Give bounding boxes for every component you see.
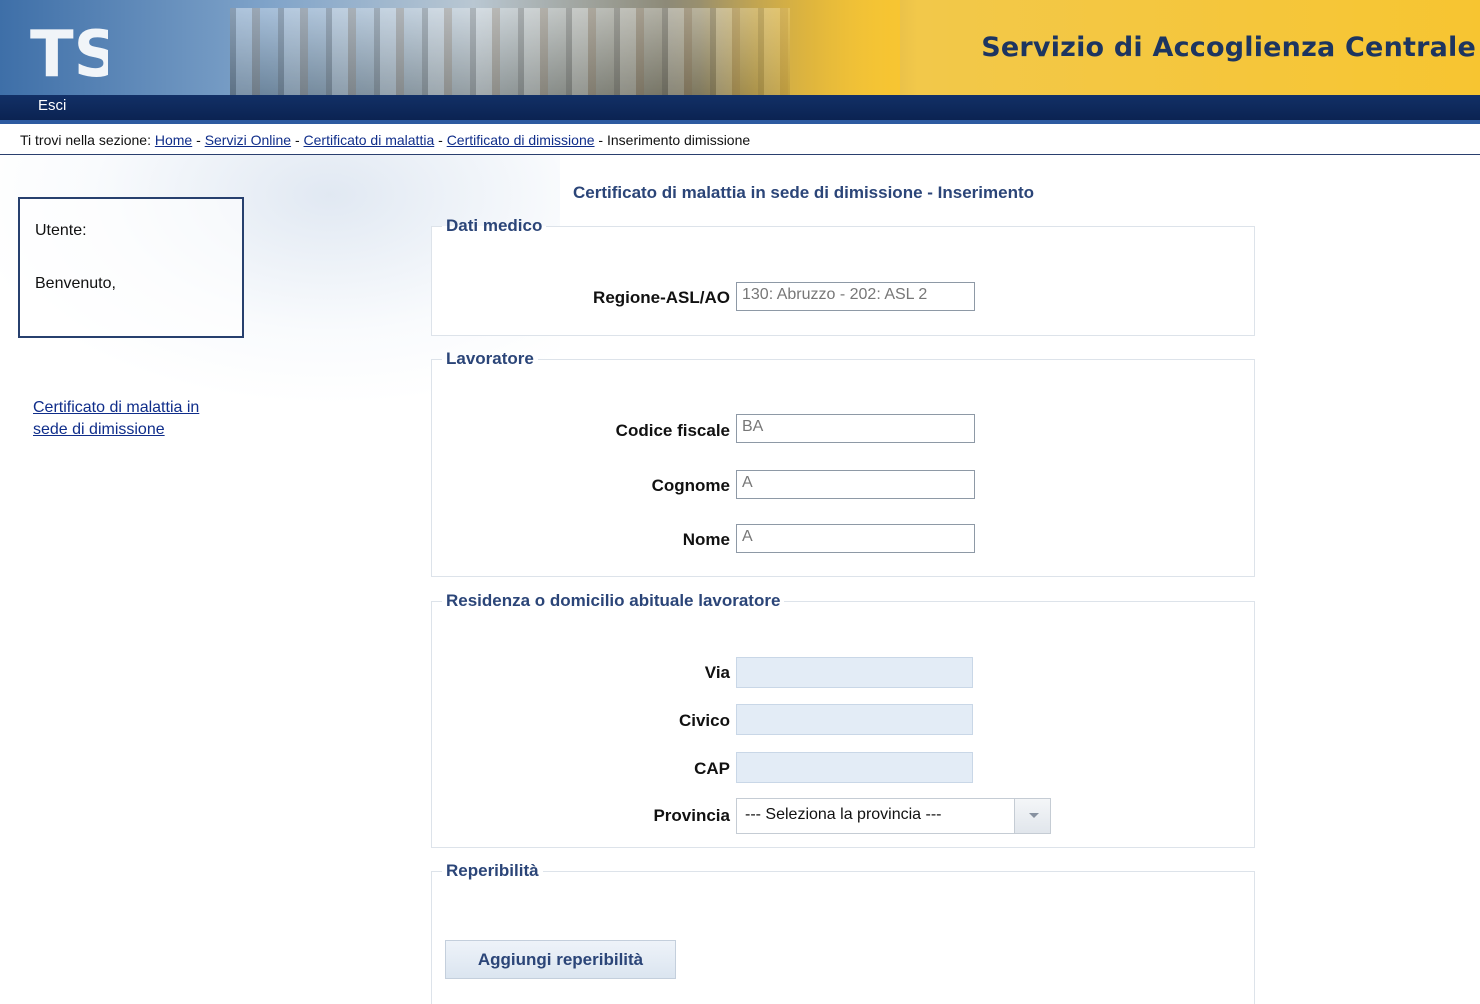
- top-navbar: Esci: [0, 95, 1480, 124]
- exit-link[interactable]: Esci: [38, 97, 66, 114]
- codice-fiscale-field[interactable]: BA: [736, 414, 975, 443]
- section-legend: Dati medico: [446, 216, 543, 235]
- breadcrumb-certificato-dimissione[interactable]: Certificato di dimissione: [447, 132, 595, 148]
- cognome-label: Cognome: [651, 476, 730, 495]
- add-reperibilita-button[interactable]: Aggiungi reperibilità: [445, 940, 676, 979]
- header-banner: TS Servizio di Accoglienza Centrale: [0, 0, 1480, 95]
- provincia-selected-value: --- Seleziona la provincia ---: [745, 806, 942, 823]
- nome-label: Nome: [682, 530, 730, 549]
- breadcrumb-prefix: Ti trovi nella sezione:: [20, 132, 155, 148]
- svg-text:TS: TS: [30, 18, 108, 86]
- via-label: Via: [704, 663, 730, 682]
- regione-asl-field[interactable]: 130: Abruzzo - 202: ASL 2: [736, 282, 975, 311]
- nome-field[interactable]: A: [736, 524, 975, 553]
- cognome-field[interactable]: A: [736, 470, 975, 499]
- user-label: Utente:: [35, 222, 87, 239]
- breadcrumb-servizi-online[interactable]: Servizi Online: [205, 132, 291, 148]
- civico-input[interactable]: [736, 704, 973, 735]
- section-legend: Lavoratore: [446, 349, 534, 368]
- section-legend: Reperibilità: [446, 861, 539, 880]
- breadcrumb-home[interactable]: Home: [155, 132, 192, 148]
- civico-label: Civico: [678, 711, 730, 730]
- provincia-label: Provincia: [653, 806, 730, 825]
- section-legend: Residenza o domicilio abituale lavorator…: [446, 591, 781, 610]
- breadcrumb-certificato-malattia[interactable]: Certificato di malattia: [304, 132, 435, 148]
- site-title: Servizio di Accoglienza Centrale: [981, 32, 1476, 63]
- provincia-select[interactable]: --- Seleziona la provincia ---: [736, 798, 1051, 834]
- chevron-down-icon[interactable]: [1014, 799, 1050, 833]
- page-title: Certificato di malattia in sede di dimis…: [573, 183, 1034, 202]
- cap-input[interactable]: [736, 752, 973, 783]
- section-dati-medico: Dati medico: [431, 216, 1255, 336]
- cap-label: CAP: [694, 759, 730, 778]
- codice-fiscale-label: Codice fiscale: [615, 421, 730, 440]
- welcome-label: Benvenuto,: [35, 275, 116, 292]
- ts-logo: TS: [30, 18, 108, 86]
- section-reperibilita: Reperibilità: [431, 861, 1255, 1004]
- breadcrumb-current: Inserimento dimissione: [606, 132, 751, 148]
- breadcrumb: Ti trovi nella sezione: Home - Servizi O…: [20, 132, 751, 148]
- regione-label: Regione-ASL/AO: [593, 288, 730, 307]
- breadcrumb-divider: [0, 154, 1480, 155]
- via-input[interactable]: [736, 657, 973, 688]
- user-info-box: Utente: Benvenuto,: [18, 197, 244, 338]
- sidebar-link-certificato-dimissione[interactable]: Certificato di malattia in sede di dimiss…: [33, 397, 263, 441]
